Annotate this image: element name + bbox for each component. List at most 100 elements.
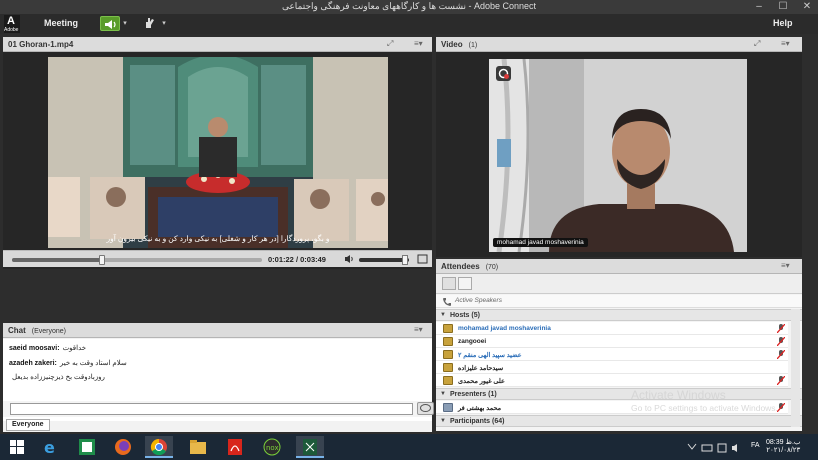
attendees-pod-title: Attendees (441, 262, 480, 271)
webcam-image (489, 59, 747, 252)
attendee-name: سیدحامد علیزاده (458, 365, 504, 372)
attendee-row[interactable]: mohamad javad moshaverinia (436, 322, 788, 335)
share-pod: 01 Ghoran-1.mp4 ⤢ ≡▾ و بگو، پروردگارا [د… (3, 37, 432, 269)
collapse-arrow-icon: ▼ (440, 312, 446, 318)
host-icon (443, 376, 453, 385)
clock-time: 08:39 ب.ظ (766, 439, 801, 446)
video-player[interactable]: و بگو، پروردگارا [در هر کار و شغلی] به ن… (48, 57, 388, 248)
attendee-row[interactable]: محمد بهشتی فر (436, 401, 788, 414)
volume-slider[interactable] (359, 255, 409, 265)
start-button[interactable] (3, 436, 31, 458)
attendee-row[interactable]: علی غیور محمدی (436, 374, 788, 387)
chat-sender: saeid moosavi: (9, 345, 60, 352)
taskbar: e nox FA 08:39 ب.ظ ۲۰۲۱/۰۸/۲۳ (0, 434, 818, 460)
mic-muted-icon (777, 376, 785, 385)
chat-tab-everyone[interactable]: Everyone (6, 419, 50, 431)
webcam-pod-header: Video (1) ⤢ ≡▾ (436, 37, 802, 52)
maximize-button[interactable]: ☐ (772, 0, 794, 14)
svg-text:e: e (44, 438, 55, 457)
speaker-dropdown[interactable]: ▾ (120, 16, 130, 31)
video-subtitle: و بگو، پروردگارا [در هر کار و شغلی] به ن… (106, 234, 330, 243)
chat-message: روزبادوقت بخ ذیزچنیززاده بدیعل (9, 373, 105, 381)
attendee-name: عضید سپید الهی منقم ۲ (458, 352, 522, 359)
collapse-arrow-icon: ▼ (440, 418, 446, 424)
chat-text: سلام استاد وقت به خیر (59, 360, 127, 367)
host-icon (443, 324, 453, 333)
webcam-feed[interactable]: mohamad javad moshaverinia (489, 59, 747, 252)
acrobat-icon[interactable] (221, 436, 249, 458)
help-menu[interactable]: Help (773, 18, 793, 28)
attendees-options-icon[interactable]: ≡▾ (781, 261, 790, 270)
active-speakers-row: Active Speakers (436, 295, 802, 308)
volume-icon[interactable] (344, 254, 355, 264)
speaker-icon (105, 20, 116, 29)
window-title-bar: نشست ها و کارگاههای معاونت فرهنگی واجتما… (0, 0, 818, 14)
status-dropdown[interactable]: ▾ (159, 16, 169, 31)
adobe-logo: A Adobe (4, 15, 20, 33)
chat-text: خداقوت (62, 345, 87, 352)
chat-options-icon[interactable]: ≡▾ (414, 325, 423, 334)
chat-message: saeid moosavi: خداقوت (9, 344, 86, 352)
attendee-row[interactable]: سیدحامد علیزاده (436, 361, 788, 374)
internet-explorer-icon[interactable]: e (36, 436, 64, 458)
active-speakers-label: Active Speakers (455, 297, 502, 304)
chat-scope: (Everyone) (31, 328, 67, 335)
video-frame-image (48, 57, 388, 248)
host-icon (443, 337, 453, 346)
hosts-label: Hosts (5) (450, 312, 480, 319)
system-tray-icons[interactable] (686, 442, 746, 454)
participants-label: Participants (64) (450, 418, 505, 425)
raise-hand-button[interactable] (143, 16, 159, 31)
nox-icon[interactable]: nox (258, 436, 286, 458)
attendee-row[interactable]: عضید سپید الهی منقم ۲ (436, 348, 788, 361)
firefox-icon[interactable] (109, 436, 137, 458)
clock-date: ۲۰۲۱/۰۸/۲۳ (766, 447, 801, 454)
minimize-button[interactable]: – (748, 0, 770, 14)
mic-muted-icon (777, 337, 785, 346)
list-view-icon[interactable] (442, 277, 456, 290)
seek-progress (12, 258, 102, 262)
phone-icon (443, 298, 451, 306)
webcam-participant-name: mohamad javad moshaverinia (493, 238, 588, 247)
volume-thumb[interactable] (402, 255, 408, 265)
video-fullscreen-icon[interactable] (417, 254, 428, 264)
attendee-row[interactable]: zangooei (436, 335, 788, 348)
chat-text: روزبادوقت بخ ذیزچنیززاده بدیعل (12, 374, 105, 381)
excel-icon[interactable] (73, 436, 101, 458)
seek-thumb[interactable] (98, 255, 105, 265)
mic-muted-icon (777, 403, 785, 412)
webcam-count: (1) (468, 42, 478, 49)
mic-muted-icon (777, 350, 785, 359)
seek-bar[interactable] (12, 255, 262, 265)
share-pod-header: 01 Ghoran-1.mp4 ⤢ ≡▾ (3, 37, 432, 52)
language-indicator[interactable]: FA (751, 442, 760, 449)
mic-muted-icon (777, 324, 785, 333)
hosts-group[interactable]: ▼ Hosts (5) (436, 309, 802, 321)
chat-message: azadeh zakeri: سلام استاد وقت به خیر (9, 359, 127, 367)
breakout-view-icon[interactable] (458, 277, 472, 290)
attendees-count: (70) (485, 264, 499, 271)
close-button[interactable]: ✕ (796, 0, 818, 14)
chat-sender: azadeh zakeri: (9, 360, 57, 367)
pod-options-icon[interactable]: ≡▾ (414, 39, 423, 48)
attendees-pod-header: Attendees (70) ≡▾ (436, 259, 802, 274)
participants-group[interactable]: ▼ Participants (64) (436, 415, 802, 427)
attendee-name: zangooei (458, 338, 487, 345)
attendees-scrollbar[interactable] (791, 309, 800, 427)
chat-pod-header: Chat (Everyone) ≡▾ (3, 323, 432, 338)
chat-input[interactable] (10, 403, 413, 415)
presenters-group[interactable]: ▼ Presenters (1) (436, 388, 802, 400)
chat-pod: Chat (Everyone) ≡▾ saeid moosavi: خداقوت a… (3, 323, 434, 432)
file-explorer-icon[interactable] (184, 436, 212, 458)
adobe-connect-icon[interactable] (296, 436, 324, 458)
webcam-pod: Video (1) ⤢ ≡▾ mohamad javad moshaverinia (436, 37, 802, 257)
fullscreen-icon[interactable]: ⤢ (387, 39, 393, 49)
chrome-icon[interactable] (145, 436, 173, 458)
webcam-fullscreen-icon[interactable]: ⤢ (754, 39, 760, 49)
send-button[interactable] (417, 402, 434, 415)
clock[interactable]: 08:39 ب.ظ ۲۰۲۱/۰۸/۲۳ (766, 438, 800, 454)
meeting-menu[interactable]: Meeting (44, 18, 78, 28)
speaker-button[interactable] (100, 16, 120, 31)
webcam-options-icon[interactable]: ≡▾ (781, 39, 790, 48)
host-icon (443, 350, 453, 359)
